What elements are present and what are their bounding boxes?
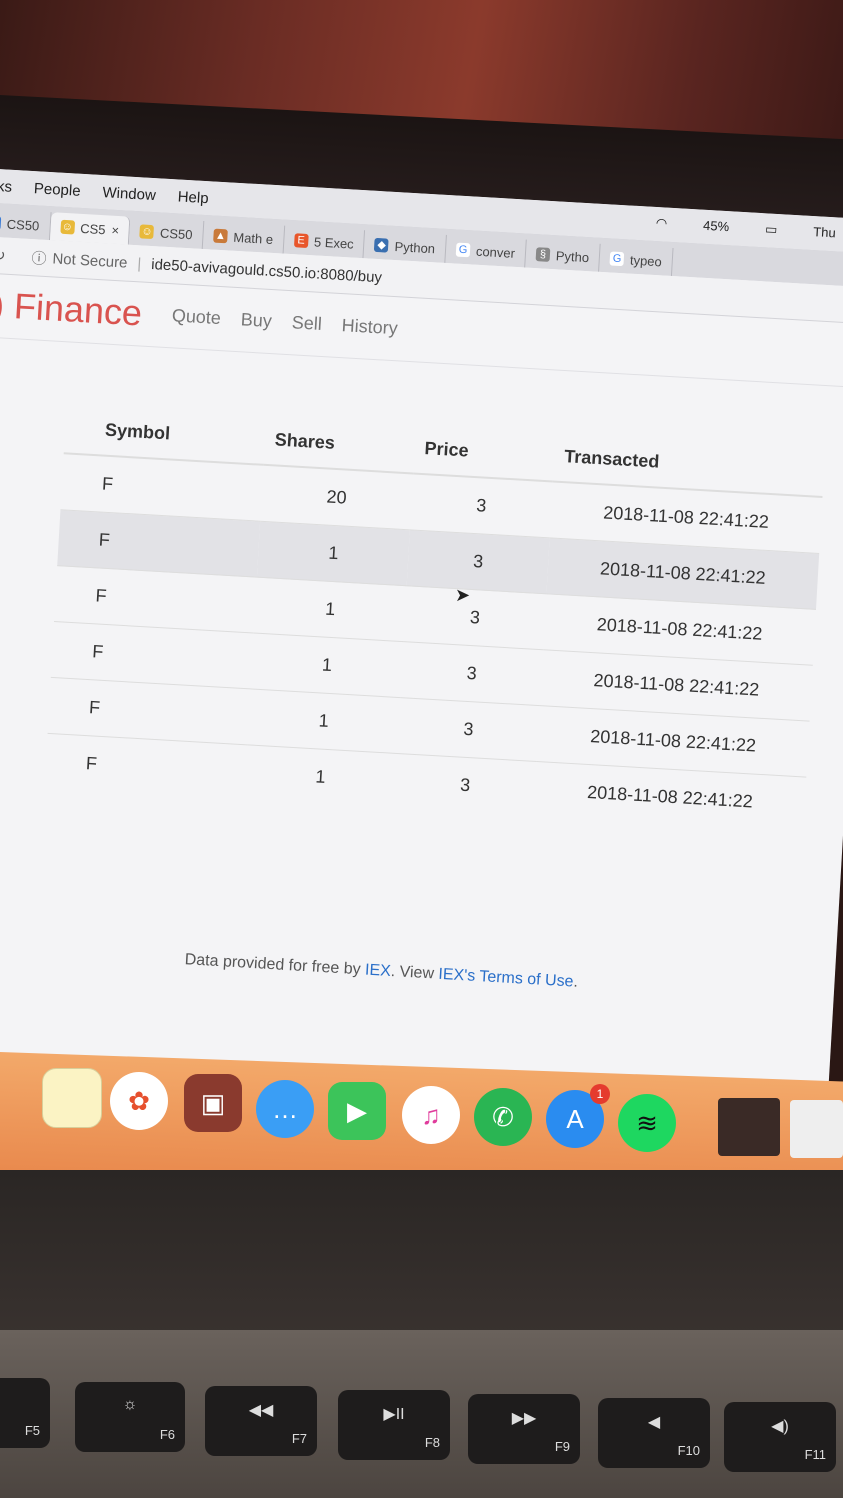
tab-google-typeo[interactable]: G typeo <box>599 243 674 277</box>
fast-forward-icon: ▶▶ <box>511 1410 537 1427</box>
key-f9[interactable]: ▶▶ F9 <box>468 1394 580 1464</box>
tab-label: CS50 <box>6 216 40 233</box>
cell-price: 3 <box>409 473 553 538</box>
rewind-icon: ◀◀ <box>248 1402 274 1419</box>
cell-symbol: F <box>44 733 248 801</box>
facetime-icon[interactable]: ▶ <box>328 1082 386 1140</box>
transactions-table: Symbol Shares Price Transacted F 20 3 20… <box>44 403 826 833</box>
cell-shares: 1 <box>256 521 410 586</box>
menu-item-bookmarks[interactable]: ks <box>0 178 12 196</box>
nav-link-history[interactable]: History <box>341 315 398 339</box>
iex-terms-link[interactable]: IEX's Terms of Use <box>438 966 574 991</box>
cell-shares: 1 <box>244 744 397 809</box>
laptop-deck <box>0 1170 843 1350</box>
emoji-favicon-icon: ☺ <box>139 224 155 240</box>
menu-item-window[interactable]: Window <box>102 184 156 204</box>
mouse-cursor-icon: ➤ <box>455 585 471 605</box>
google-favicon-icon: G <box>455 242 471 258</box>
address-separator: | <box>136 254 142 272</box>
brand-logo[interactable]: ) Finance <box>0 284 143 335</box>
tab-label: Pytho <box>555 247 590 265</box>
tab-label: typeo <box>629 252 663 269</box>
footer-middle: . View <box>390 962 439 983</box>
close-tab-icon[interactable]: × <box>111 222 119 237</box>
tab-cs50-1[interactable]: ◉ CS50 <box>0 207 52 241</box>
security-label: Not Secure <box>52 249 128 272</box>
tab-label: conver <box>475 243 516 261</box>
app-store-badge: 1 <box>590 1084 610 1104</box>
wifi-icon[interactable]: ◠ <box>655 215 667 232</box>
notes-icon[interactable] <box>42 1068 102 1128</box>
brightness-icon: ☼ <box>122 1396 138 1413</box>
footer-prefix: Data provided for free by <box>184 951 366 979</box>
column-header-shares: Shares <box>263 414 417 474</box>
messages-icon[interactable]: … <box>256 1080 314 1138</box>
dock-icons: ✿ ▣ … ▶ ♫ ✆ A1 ≋ <box>0 1068 843 1158</box>
python-favicon-icon: ◆ <box>374 237 390 253</box>
cell-price: 3 <box>400 641 544 706</box>
app-store-icon[interactable]: A1 <box>546 1084 610 1148</box>
google-favicon-icon: G <box>609 251 625 267</box>
e-favicon-icon: E <box>293 233 309 248</box>
key-f5[interactable]: F5 <box>0 1378 50 1448</box>
cell-price: 3 <box>406 529 550 594</box>
brand-text: Finance <box>12 285 144 334</box>
menu-item-people[interactable]: People <box>33 180 81 200</box>
tab-cs50-2[interactable]: ☺ CS50 <box>129 216 205 249</box>
tab-label: Python <box>394 238 436 256</box>
key-f11[interactable]: ◀) F11 <box>724 1402 836 1472</box>
battery-status[interactable]: 45% <box>703 218 730 235</box>
key-f7[interactable]: ◀◀ F7 <box>205 1386 317 1456</box>
play-pause-icon: ▶II <box>383 1406 405 1423</box>
browser-window: ks People Window Help ◠ 45% ▭ Thu ◉ CS50… <box>0 168 843 1209</box>
key-f10[interactable]: ◀ F10 <box>598 1398 710 1468</box>
python-favicon-icon: § <box>535 247 551 262</box>
cell-shares: 1 <box>253 577 407 642</box>
footer-attribution: Data provided for free by IEX. View IEX'… <box>184 951 578 992</box>
key-f8[interactable]: ▶II F8 <box>338 1390 450 1460</box>
security-indicator[interactable]: ⓘ Not Secure <box>31 247 128 273</box>
cell-shares: 1 <box>247 688 401 754</box>
cs50-favicon-icon: ◉ <box>0 215 2 231</box>
cell-shares: 1 <box>250 633 404 698</box>
tab-label: Math e <box>232 229 274 247</box>
nav-link-buy[interactable]: Buy <box>240 309 272 332</box>
photo-booth-icon[interactable]: ▣ <box>184 1074 242 1132</box>
mute-icon: ◀ <box>647 1414 661 1431</box>
itunes-icon[interactable]: ♫ <box>402 1086 460 1144</box>
cell-price: 3 <box>393 753 537 817</box>
footer-suffix: . <box>572 973 579 991</box>
key-f6[interactable]: ☼ F6 <box>75 1382 185 1452</box>
keyboard: F5 ☼ F6 ◀◀ F7 ▶II F8 ▶▶ F9 ◀ F10 ◀) F11 <box>0 1330 843 1498</box>
cell-shares: 20 <box>260 464 414 530</box>
photos-icon[interactable]: ✿ <box>110 1072 168 1130</box>
clock[interactable]: Thu <box>813 224 836 241</box>
nav-link-quote[interactable]: Quote <box>171 305 221 329</box>
whatsapp-icon[interactable]: ✆ <box>474 1088 532 1146</box>
cell-price: 3 <box>403 585 547 650</box>
spotify-icon[interactable]: ≋ <box>618 1094 676 1152</box>
volume-down-icon: ◀) <box>771 1418 789 1435</box>
reload-icon[interactable]: ↻ <box>0 246 6 265</box>
nav-link-sell[interactable]: Sell <box>291 312 322 335</box>
info-icon: ⓘ <box>30 249 47 268</box>
battery-icon: ▭ <box>764 221 778 237</box>
minimized-window-thumbnail[interactable] <box>790 1100 843 1158</box>
brand-prefix: ) <box>0 283 6 326</box>
url-field[interactable]: ide50-avivagould.cs50.io:8080/buy <box>151 256 383 286</box>
tab-pytho[interactable]: § Pytho <box>525 239 601 272</box>
iex-link[interactable]: IEX <box>365 962 392 980</box>
tab-label: CS5 <box>79 220 106 237</box>
tab-label: 5 Exec <box>313 233 355 252</box>
tab-label: CS50 <box>159 224 193 242</box>
menu-item-help[interactable]: Help <box>177 188 209 207</box>
minimized-window-thumbnail[interactable] <box>718 1098 780 1156</box>
math-favicon-icon: ▲ <box>213 228 228 244</box>
emoji-favicon-icon: ☺ <box>59 219 75 235</box>
cell-price: 3 <box>396 697 540 762</box>
column-header-price: Price <box>413 423 556 482</box>
